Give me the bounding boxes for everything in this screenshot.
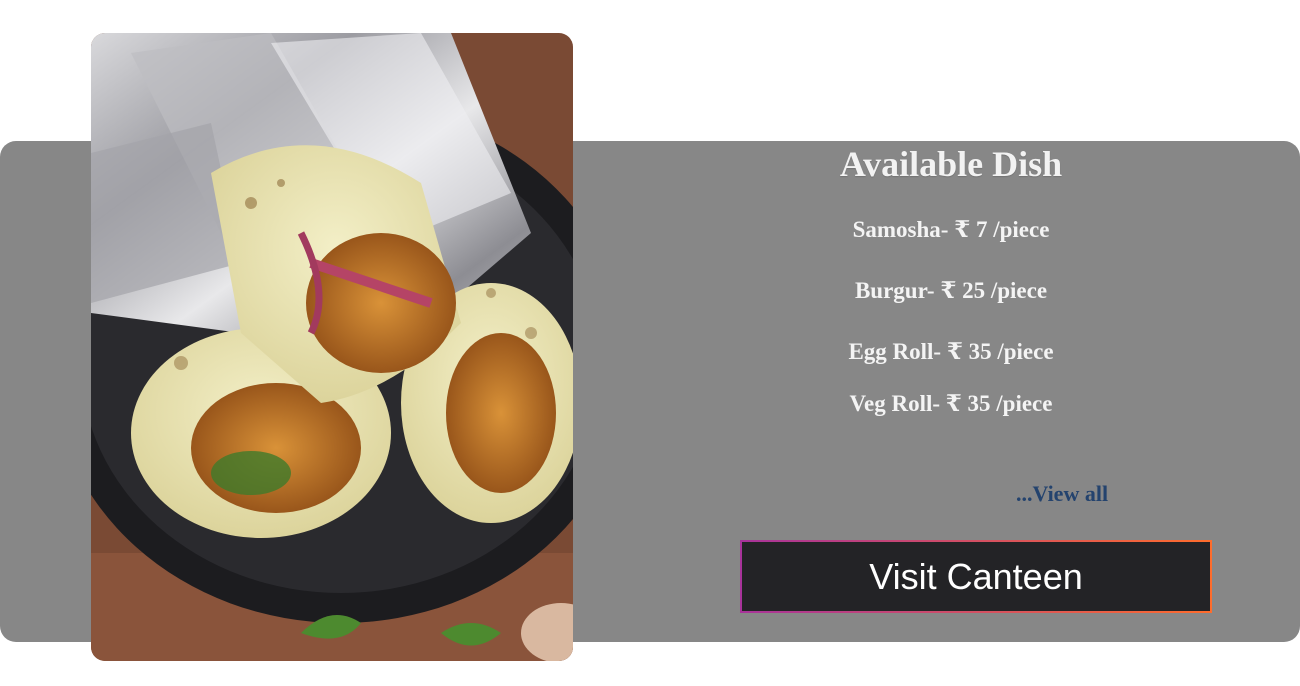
visit-canteen-button[interactable]: Visit Canteen xyxy=(740,540,1212,613)
dish-item-burgur: Burgur- ₹ 25 /piece xyxy=(854,278,1048,303)
dish-item-egg-roll: Egg Roll- ₹ 35 /piece xyxy=(848,339,1054,364)
view-all-link[interactable]: ...View all xyxy=(1016,481,1108,507)
food-image xyxy=(91,33,573,661)
section-title: Available Dish xyxy=(839,144,1063,184)
dish-item-veg-roll: Veg Roll- ₹ 35 /piece xyxy=(849,391,1053,416)
dish-item-samosha: Samosha- ₹ 7 /piece xyxy=(852,217,1050,242)
